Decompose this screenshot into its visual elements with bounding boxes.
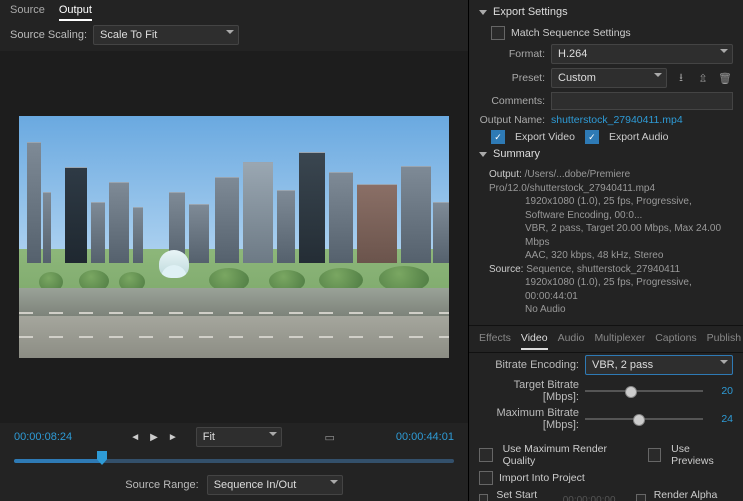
output-name-link[interactable]: shutterstock_27940411.mp4 [551, 114, 683, 126]
export-settings-title: Export Settings [493, 6, 568, 18]
tab-source[interactable]: Source [10, 4, 45, 21]
play-icon[interactable]: ▶ [150, 432, 158, 443]
summary-output-head: Output: [489, 169, 522, 180]
chevron-down-icon [479, 152, 487, 157]
use-previews-label: Use Previews [671, 443, 733, 467]
format-value: H.264 [558, 48, 587, 60]
source-scaling-label: Source Scaling: [10, 29, 87, 41]
match-sequence-checkbox[interactable] [491, 26, 505, 40]
summary-source-head: Source: [489, 264, 523, 275]
timeline-track [14, 459, 454, 463]
subtab-captions[interactable]: Captions [655, 332, 696, 350]
use-max-render-checkbox[interactable] [479, 448, 493, 462]
export-video-label: Export Video [515, 131, 575, 143]
chevron-down-icon [720, 360, 728, 364]
source-range-label: Source Range: [125, 479, 198, 491]
chevron-down-icon [330, 480, 338, 484]
bitrate-encoding-label: Bitrate Encoding: [479, 359, 579, 371]
subtab-video[interactable]: Video [521, 332, 548, 350]
video-preview[interactable] [19, 116, 449, 358]
set-start-tc-value: 00:00:00:00 [563, 495, 616, 501]
summary-title: Summary [493, 148, 540, 160]
summary-output-l2: 1920x1080 (1.0), 25 fps, Progressive, So… [525, 195, 733, 222]
summary-header[interactable]: Summary [469, 146, 743, 166]
chevron-down-icon [226, 30, 234, 34]
max-bitrate-value[interactable]: 24 [709, 413, 733, 425]
summary-output-l4: AAC, 320 kbps, 48 kHz, Stereo [525, 249, 663, 263]
preview-area [0, 51, 468, 423]
import-preset-icon[interactable]: ⇫ [695, 70, 711, 86]
render-alpha-checkbox[interactable] [636, 494, 645, 501]
current-timecode: 00:00:08:24 [14, 431, 72, 443]
chevron-down-icon [720, 49, 728, 53]
export-audio-label: Export Audio [609, 131, 669, 143]
zoom-fit-select[interactable]: Fit [196, 427, 282, 447]
source-scaling-value: Scale To Fit [100, 29, 157, 41]
preset-select[interactable]: Custom [551, 68, 667, 88]
subtab-audio[interactable]: Audio [558, 332, 585, 350]
export-settings-panel: Export Settings Match Sequence Settings … [469, 0, 743, 501]
import-into-project-label: Import Into Project [499, 472, 585, 484]
fountain [159, 250, 189, 278]
tab-output[interactable]: Output [59, 4, 92, 21]
delete-preset-icon[interactable]: 🗑 [717, 70, 733, 86]
summary-source-l3: No Audio [525, 303, 566, 317]
summary-output-l3: VBR, 2 pass, Target 20.00 Mbps, Max 24.0… [525, 222, 733, 249]
chevron-down-icon [654, 73, 662, 77]
subtab-publish[interactable]: Publish [707, 332, 741, 350]
timeline[interactable] [14, 451, 454, 469]
aspect-icon[interactable]: ▭ [322, 429, 338, 445]
render-alpha-label: Render Alpha Channel Only [654, 489, 733, 501]
max-bitrate-slider[interactable] [585, 412, 703, 426]
use-previews-checkbox[interactable] [648, 448, 662, 462]
next-frame-icon[interactable]: ► [168, 432, 178, 443]
source-range-value: Sequence In/Out [214, 479, 297, 491]
comments-input[interactable] [551, 92, 733, 110]
summary-source-l1: Sequence, shutterstock_27940411 [526, 264, 680, 275]
max-bitrate-label: Maximum Bitrate [Mbps]: [479, 407, 579, 431]
comments-label: Comments: [479, 95, 545, 107]
set-start-tc-label: Set Start Timecode [496, 489, 550, 501]
target-bitrate-label: Target Bitrate [Mbps]: [479, 379, 579, 403]
preview-panel: Source Output Source Scaling: Scale To F… [0, 0, 469, 501]
bitrate-encoding-value: VBR, 2 pass [592, 359, 653, 371]
preset-value: Custom [558, 72, 596, 84]
export-audio-checkbox[interactable]: ✓ [585, 130, 599, 144]
chevron-down-icon [269, 432, 277, 436]
transport-bar: 00:00:08:24 ◄ ▶ ► Fit ▭ 00:00:44:01 [0, 423, 468, 451]
target-bitrate-value[interactable]: 20 [709, 385, 733, 397]
subtab-multiplexer[interactable]: Multiplexer [594, 332, 645, 350]
format-label: Format: [479, 48, 545, 60]
import-into-project-checkbox[interactable] [479, 471, 493, 485]
bitrate-encoding-select[interactable]: VBR, 2 pass [585, 355, 733, 375]
target-bitrate-slider[interactable] [585, 384, 703, 398]
preview-tabs: Source Output [0, 0, 468, 21]
prev-frame-icon[interactable]: ◄ [130, 432, 140, 443]
output-name-label: Output Name: [479, 114, 545, 126]
set-start-tc-checkbox[interactable] [479, 494, 488, 501]
format-select[interactable]: H.264 [551, 44, 733, 64]
subtab-effects[interactable]: Effects [479, 332, 511, 350]
preset-label: Preset: [479, 72, 545, 84]
source-scaling-select[interactable]: Scale To Fit [93, 25, 239, 45]
use-max-render-label: Use Maximum Render Quality [503, 443, 638, 467]
match-sequence-label: Match Sequence Settings [511, 27, 631, 39]
source-range-select[interactable]: Sequence In/Out [207, 475, 343, 495]
summary-block: Output: /Users/...dobe/Premiere Pro/12.0… [469, 166, 743, 323]
export-video-checkbox[interactable]: ✓ [491, 130, 505, 144]
settings-subtabs: Effects Video Audio Multiplexer Captions… [469, 325, 743, 353]
chevron-down-icon [479, 10, 487, 15]
summary-source-l2: 1920x1080 (1.0), 25 fps, Progressive, 00… [525, 276, 733, 303]
zoom-fit-value: Fit [203, 431, 215, 443]
total-timecode: 00:00:44:01 [396, 431, 454, 443]
export-settings-header[interactable]: Export Settings [469, 0, 743, 24]
save-preset-icon[interactable]: ⭳ [673, 70, 689, 86]
